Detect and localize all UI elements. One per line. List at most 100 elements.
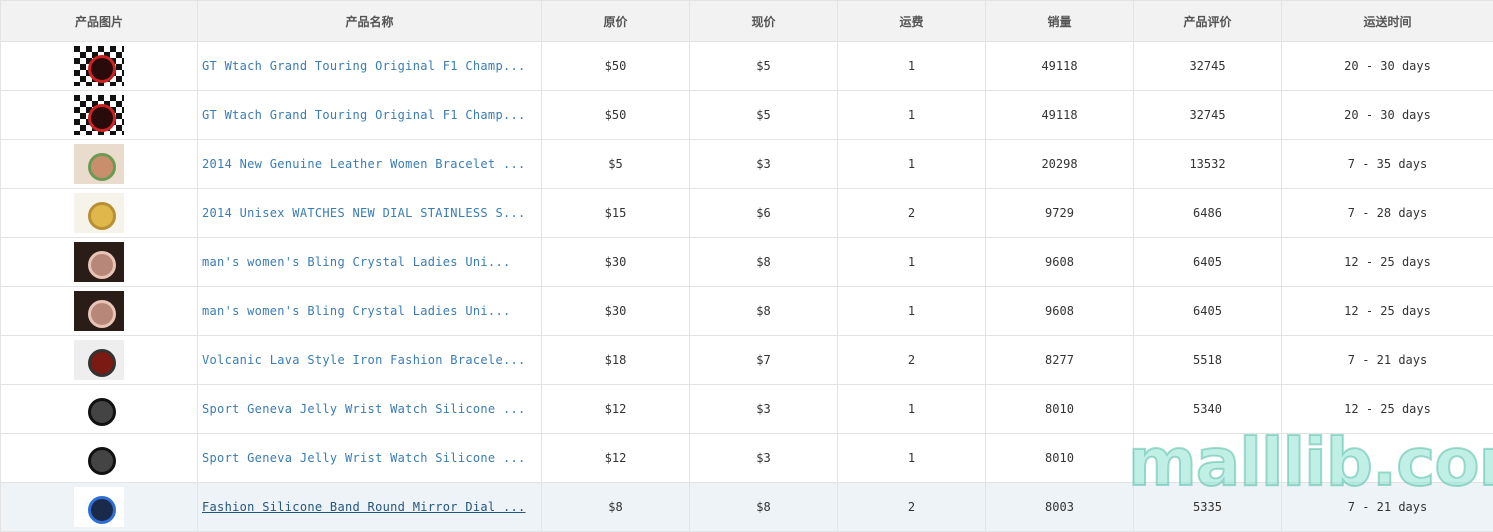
- sales-count-cell: 9608: [986, 287, 1134, 336]
- shipping-fee-cell: 2: [838, 189, 986, 238]
- sales-count-cell: 49118: [986, 42, 1134, 91]
- review-count-cell: 6405: [1134, 238, 1282, 287]
- table-row: 2014 Unisex WATCHES NEW DIAL STAINLESS S…: [1, 189, 1493, 238]
- product-name-cell: GT Wtach Grand Touring Original F1 Champ…: [198, 91, 542, 140]
- sales-count-cell: 9608: [986, 238, 1134, 287]
- shipping-fee-cell: 1: [838, 238, 986, 287]
- original-price-cell: $5: [542, 140, 690, 189]
- product-name-link[interactable]: Fashion Silicone Band Round Mirror Dial …: [202, 500, 526, 514]
- sales-count-cell: 8010: [986, 385, 1134, 434]
- leather-bracelet-watches-icon[interactable]: [74, 144, 124, 184]
- product-image-cell: [1, 483, 198, 532]
- product-name-cell: man's women's Bling Crystal Ladies Uni..…: [198, 238, 542, 287]
- delivery-time-cell: 12 - 25 days: [1282, 238, 1493, 287]
- review-count-cell: 6405: [1134, 287, 1282, 336]
- delivery-time-cell: 7 - 21 days: [1282, 483, 1493, 532]
- delivery-time-cell: 7 - 28 days: [1282, 189, 1493, 238]
- product-name-cell: Volcanic Lava Style Iron Fashion Bracele…: [198, 336, 542, 385]
- jelly-sport-watch-icon[interactable]: [74, 438, 124, 478]
- original-price-cell: $30: [542, 287, 690, 336]
- table-row: man's women's Bling Crystal Ladies Uni..…: [1, 238, 1493, 287]
- current-price-cell: $8: [690, 287, 838, 336]
- original-price-cell: $30: [542, 238, 690, 287]
- original-price-cell: $50: [542, 42, 690, 91]
- delivery-time-cell: 12 - 25 days: [1282, 287, 1493, 336]
- product-name-cell: 2014 Unisex WATCHES NEW DIAL STAINLESS S…: [198, 189, 542, 238]
- review-count-cell: 32745: [1134, 42, 1282, 91]
- gold-steel-watches-icon[interactable]: [74, 193, 124, 233]
- review-count-cell: 32745: [1134, 91, 1282, 140]
- delivery-time-cell: 7 - 21 days: [1282, 336, 1493, 385]
- col-header-orig-price[interactable]: 原价: [542, 1, 690, 42]
- product-name-link[interactable]: 2014 New Genuine Leather Women Bracelet …: [202, 157, 526, 171]
- product-name-cell: 2014 New Genuine Leather Women Bracelet …: [198, 140, 542, 189]
- lava-led-bracelet-icon[interactable]: [74, 340, 124, 380]
- product-name-link[interactable]: Sport Geneva Jelly Wrist Watch Silicone …: [202, 451, 526, 465]
- delivery-time-cell: 20 - 30 days: [1282, 91, 1493, 140]
- shipping-fee-cell: 1: [838, 385, 986, 434]
- product-name-cell: Fashion Silicone Band Round Mirror Dial …: [198, 483, 542, 532]
- sales-count-cell: 20298: [986, 140, 1134, 189]
- col-header-shipping[interactable]: 运费: [838, 1, 986, 42]
- current-price-cell: $5: [690, 42, 838, 91]
- original-price-cell: $8: [542, 483, 690, 532]
- checkered-watch-icon[interactable]: [74, 95, 124, 135]
- mirror-dial-watch-icon[interactable]: [74, 487, 124, 527]
- col-header-image[interactable]: 产品图片: [1, 1, 198, 42]
- product-image-cell: [1, 238, 198, 287]
- product-image-cell: [1, 42, 198, 91]
- product-name-cell: Sport Geneva Jelly Wrist Watch Silicone …: [198, 385, 542, 434]
- jelly-sport-watch-icon[interactable]: [74, 389, 124, 429]
- product-image-cell: [1, 385, 198, 434]
- current-price-cell: $6: [690, 189, 838, 238]
- col-header-sales[interactable]: 销量: [986, 1, 1134, 42]
- table-row: man's women's Bling Crystal Ladies Uni..…: [1, 287, 1493, 336]
- current-price-cell: $3: [690, 385, 838, 434]
- review-count-cell: 5340: [1134, 385, 1282, 434]
- original-price-cell: $12: [542, 434, 690, 483]
- original-price-cell: $15: [542, 189, 690, 238]
- product-table: 产品图片 产品名称 原价 现价 运费 销量 产品评价 运送时间 GT Wtach…: [0, 0, 1493, 532]
- col-header-name[interactable]: 产品名称: [198, 1, 542, 42]
- table-row: Sport Geneva Jelly Wrist Watch Silicone …: [1, 385, 1493, 434]
- original-price-cell: $50: [542, 91, 690, 140]
- current-price-cell: $7: [690, 336, 838, 385]
- delivery-time-cell: [1282, 434, 1493, 483]
- review-count-cell: 5518: [1134, 336, 1282, 385]
- checkered-watch-icon[interactable]: [74, 46, 124, 86]
- shipping-fee-cell: 1: [838, 42, 986, 91]
- product-name-link[interactable]: man's women's Bling Crystal Ladies Uni..…: [202, 255, 511, 269]
- col-header-reviews[interactable]: 产品评价: [1134, 1, 1282, 42]
- product-name-link[interactable]: GT Wtach Grand Touring Original F1 Champ…: [202, 108, 526, 122]
- col-header-delivery[interactable]: 运送时间: [1282, 1, 1493, 42]
- sales-count-cell: 49118: [986, 91, 1134, 140]
- table-row: Sport Geneva Jelly Wrist Watch Silicone …: [1, 434, 1493, 483]
- sales-count-cell: 8003: [986, 483, 1134, 532]
- product-image-cell: [1, 140, 198, 189]
- product-name-link[interactable]: 2014 Unisex WATCHES NEW DIAL STAINLESS S…: [202, 206, 526, 220]
- shipping-fee-cell: 2: [838, 336, 986, 385]
- sales-count-cell: 8010: [986, 434, 1134, 483]
- table-row: GT Wtach Grand Touring Original F1 Champ…: [1, 42, 1493, 91]
- product-name-link[interactable]: Sport Geneva Jelly Wrist Watch Silicone …: [202, 402, 526, 416]
- product-name-link[interactable]: GT Wtach Grand Touring Original F1 Champ…: [202, 59, 526, 73]
- shipping-fee-cell: 1: [838, 140, 986, 189]
- product-name-link[interactable]: man's women's Bling Crystal Ladies Uni..…: [202, 304, 511, 318]
- table-header-row: 产品图片 产品名称 原价 现价 运费 销量 产品评价 运送时间: [1, 1, 1493, 42]
- product-name-cell: Sport Geneva Jelly Wrist Watch Silicone …: [198, 434, 542, 483]
- product-name-link[interactable]: Volcanic Lava Style Iron Fashion Bracele…: [202, 353, 526, 367]
- shipping-fee-cell: 1: [838, 434, 986, 483]
- delivery-time-cell: 20 - 30 days: [1282, 42, 1493, 91]
- table-row: Volcanic Lava Style Iron Fashion Bracele…: [1, 336, 1493, 385]
- crystal-ladies-watches-icon[interactable]: [74, 242, 124, 282]
- product-name-cell: man's women's Bling Crystal Ladies Uni..…: [198, 287, 542, 336]
- crystal-ladies-watches-icon[interactable]: [74, 291, 124, 331]
- product-image-cell: [1, 189, 198, 238]
- col-header-price[interactable]: 现价: [690, 1, 838, 42]
- product-image-cell: [1, 91, 198, 140]
- current-price-cell: $8: [690, 238, 838, 287]
- current-price-cell: $3: [690, 434, 838, 483]
- original-price-cell: $18: [542, 336, 690, 385]
- review-count-cell: 6486: [1134, 189, 1282, 238]
- sales-count-cell: 8277: [986, 336, 1134, 385]
